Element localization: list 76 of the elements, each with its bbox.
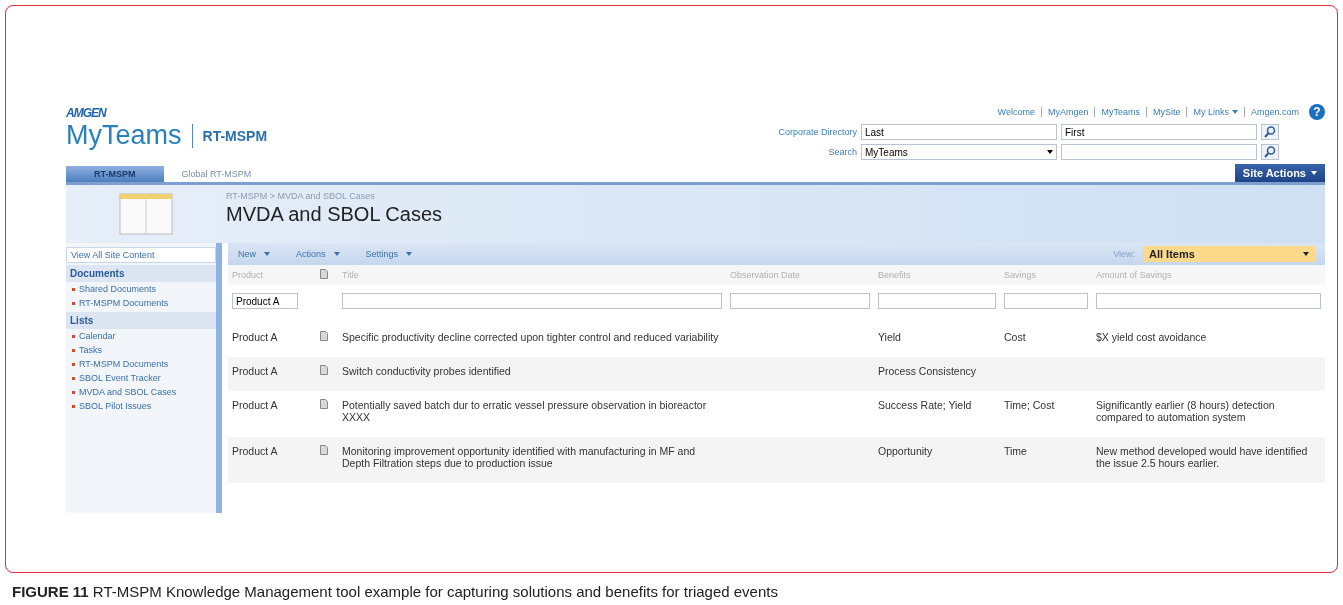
table-cell-text: Product A xyxy=(232,399,279,411)
table-cell-text: $X yield cost avoidance xyxy=(1096,331,1208,343)
top-link[interactable]: Welcome xyxy=(991,107,1041,117)
sidebar-heading[interactable]: Documents xyxy=(66,265,216,282)
nav-tab[interactable]: RT-MSPM xyxy=(66,166,164,182)
company-logo: AMGEN xyxy=(66,106,108,120)
toolbar-menu[interactable]: Actions xyxy=(296,249,340,259)
sidebar-item[interactable]: SBOL Pilot Issues xyxy=(79,401,152,411)
filter-field[interactable]: Product A xyxy=(232,293,298,309)
bullet-icon xyxy=(72,302,75,305)
search-icon[interactable] xyxy=(1261,144,1279,160)
filter-field[interactable] xyxy=(730,293,870,309)
table-cell-text: Success Rate; Yield xyxy=(878,399,973,411)
help-icon[interactable]: ? xyxy=(1309,104,1325,120)
bullet-icon xyxy=(72,349,75,352)
view-all-link[interactable]: View All Site Content xyxy=(66,247,216,263)
top-link[interactable]: Amgen.com xyxy=(1243,107,1305,117)
table-cell-text: Product A xyxy=(232,445,279,457)
site-actions-button[interactable]: Site Actions xyxy=(1234,164,1325,182)
search-icon[interactable] xyxy=(1261,124,1279,140)
top-link[interactable]: MyTeams xyxy=(1094,107,1146,117)
last-name-field[interactable]: Last xyxy=(861,124,1057,140)
table-cell[interactable]: Potentially saved batch dur to erratic vessel pressure observation in bioreactor XXXX xyxy=(342,399,722,423)
site-title: MyTeams xyxy=(66,120,182,151)
table-cell-text: Yield xyxy=(878,331,902,343)
search-field[interactable] xyxy=(1061,144,1257,160)
document-icon xyxy=(320,365,328,375)
filter-field[interactable] xyxy=(1004,293,1088,309)
view-dropdown[interactable]: All Items xyxy=(1143,246,1315,262)
table-cell-text: Product A xyxy=(232,331,279,343)
table-cell-text: Time xyxy=(1004,445,1028,457)
nav-tab[interactable]: Global RT-MSPM xyxy=(163,166,270,182)
first-name-field[interactable]: First xyxy=(1061,124,1257,140)
toolbar-menu[interactable]: Settings xyxy=(365,249,413,259)
table-cell[interactable]: Specific productivity decline corrected upon tighter control and reduced variability xyxy=(342,331,722,343)
bullet-icon xyxy=(72,288,75,291)
sidebar-item[interactable]: RT-MSPM Documents xyxy=(79,359,169,369)
sidebar-item[interactable]: Tasks xyxy=(79,345,102,355)
sidebar-item[interactable]: RT-MSPM Documents xyxy=(79,298,169,308)
document-icon xyxy=(320,269,328,279)
bullet-icon xyxy=(72,363,75,366)
toolbar-menu[interactable]: New xyxy=(238,249,270,259)
view-label: View: xyxy=(1113,249,1135,259)
filter-field[interactable] xyxy=(1096,293,1321,309)
sidebar-item[interactable]: SBOL Event Tracker xyxy=(79,373,161,383)
top-link[interactable]: MyAmgen xyxy=(1040,107,1095,117)
table-cell-text: Significantly earlier (8 hours) detection compared to automation system xyxy=(1096,399,1276,423)
table-cell-text: Opportunity xyxy=(878,445,934,457)
table-cell-text: New method developed would have identified the issue 2.5 hours earlier. xyxy=(1096,445,1309,469)
bullet-icon xyxy=(72,405,75,408)
figure-caption: FIGURE 11 RT-MSPM Knowledge Management tool example for capturing solutions and benefits for triaged events xyxy=(11,582,779,600)
sidebar-item[interactable]: Calendar xyxy=(79,331,116,341)
top-link[interactable]: My Links xyxy=(1186,107,1244,117)
field-label: Corporate Directory xyxy=(777,127,857,137)
table-cell-text: Cost xyxy=(1004,331,1027,343)
page-title: MVDA and SBOL Cases xyxy=(226,203,443,226)
caret-icon xyxy=(1231,110,1238,114)
filter-field[interactable] xyxy=(878,293,996,309)
document-icon xyxy=(320,331,328,341)
filter-field[interactable] xyxy=(342,293,722,309)
bullet-icon xyxy=(72,391,75,394)
table-cell-text: Time; Cost xyxy=(1004,399,1056,411)
site-subtitle: RT-MSPM xyxy=(202,127,268,144)
scope-dropdown[interactable]: MyTeams xyxy=(861,144,1057,160)
table-cell-text: Process Consistency xyxy=(878,365,978,377)
bullet-icon xyxy=(72,335,75,338)
field-label: Search xyxy=(827,147,857,157)
list-icon xyxy=(116,192,176,236)
sidebar-item[interactable]: MVDA and SBOL Cases xyxy=(79,387,177,397)
sidebar-item[interactable]: Shared Documents xyxy=(79,284,157,294)
document-icon xyxy=(320,445,328,455)
top-link[interactable]: MySite xyxy=(1145,107,1187,117)
table-cell-text: Product A xyxy=(232,365,279,377)
document-icon xyxy=(320,399,328,409)
sidebar-heading[interactable]: Lists xyxy=(66,312,216,329)
bullet-icon xyxy=(72,377,75,380)
